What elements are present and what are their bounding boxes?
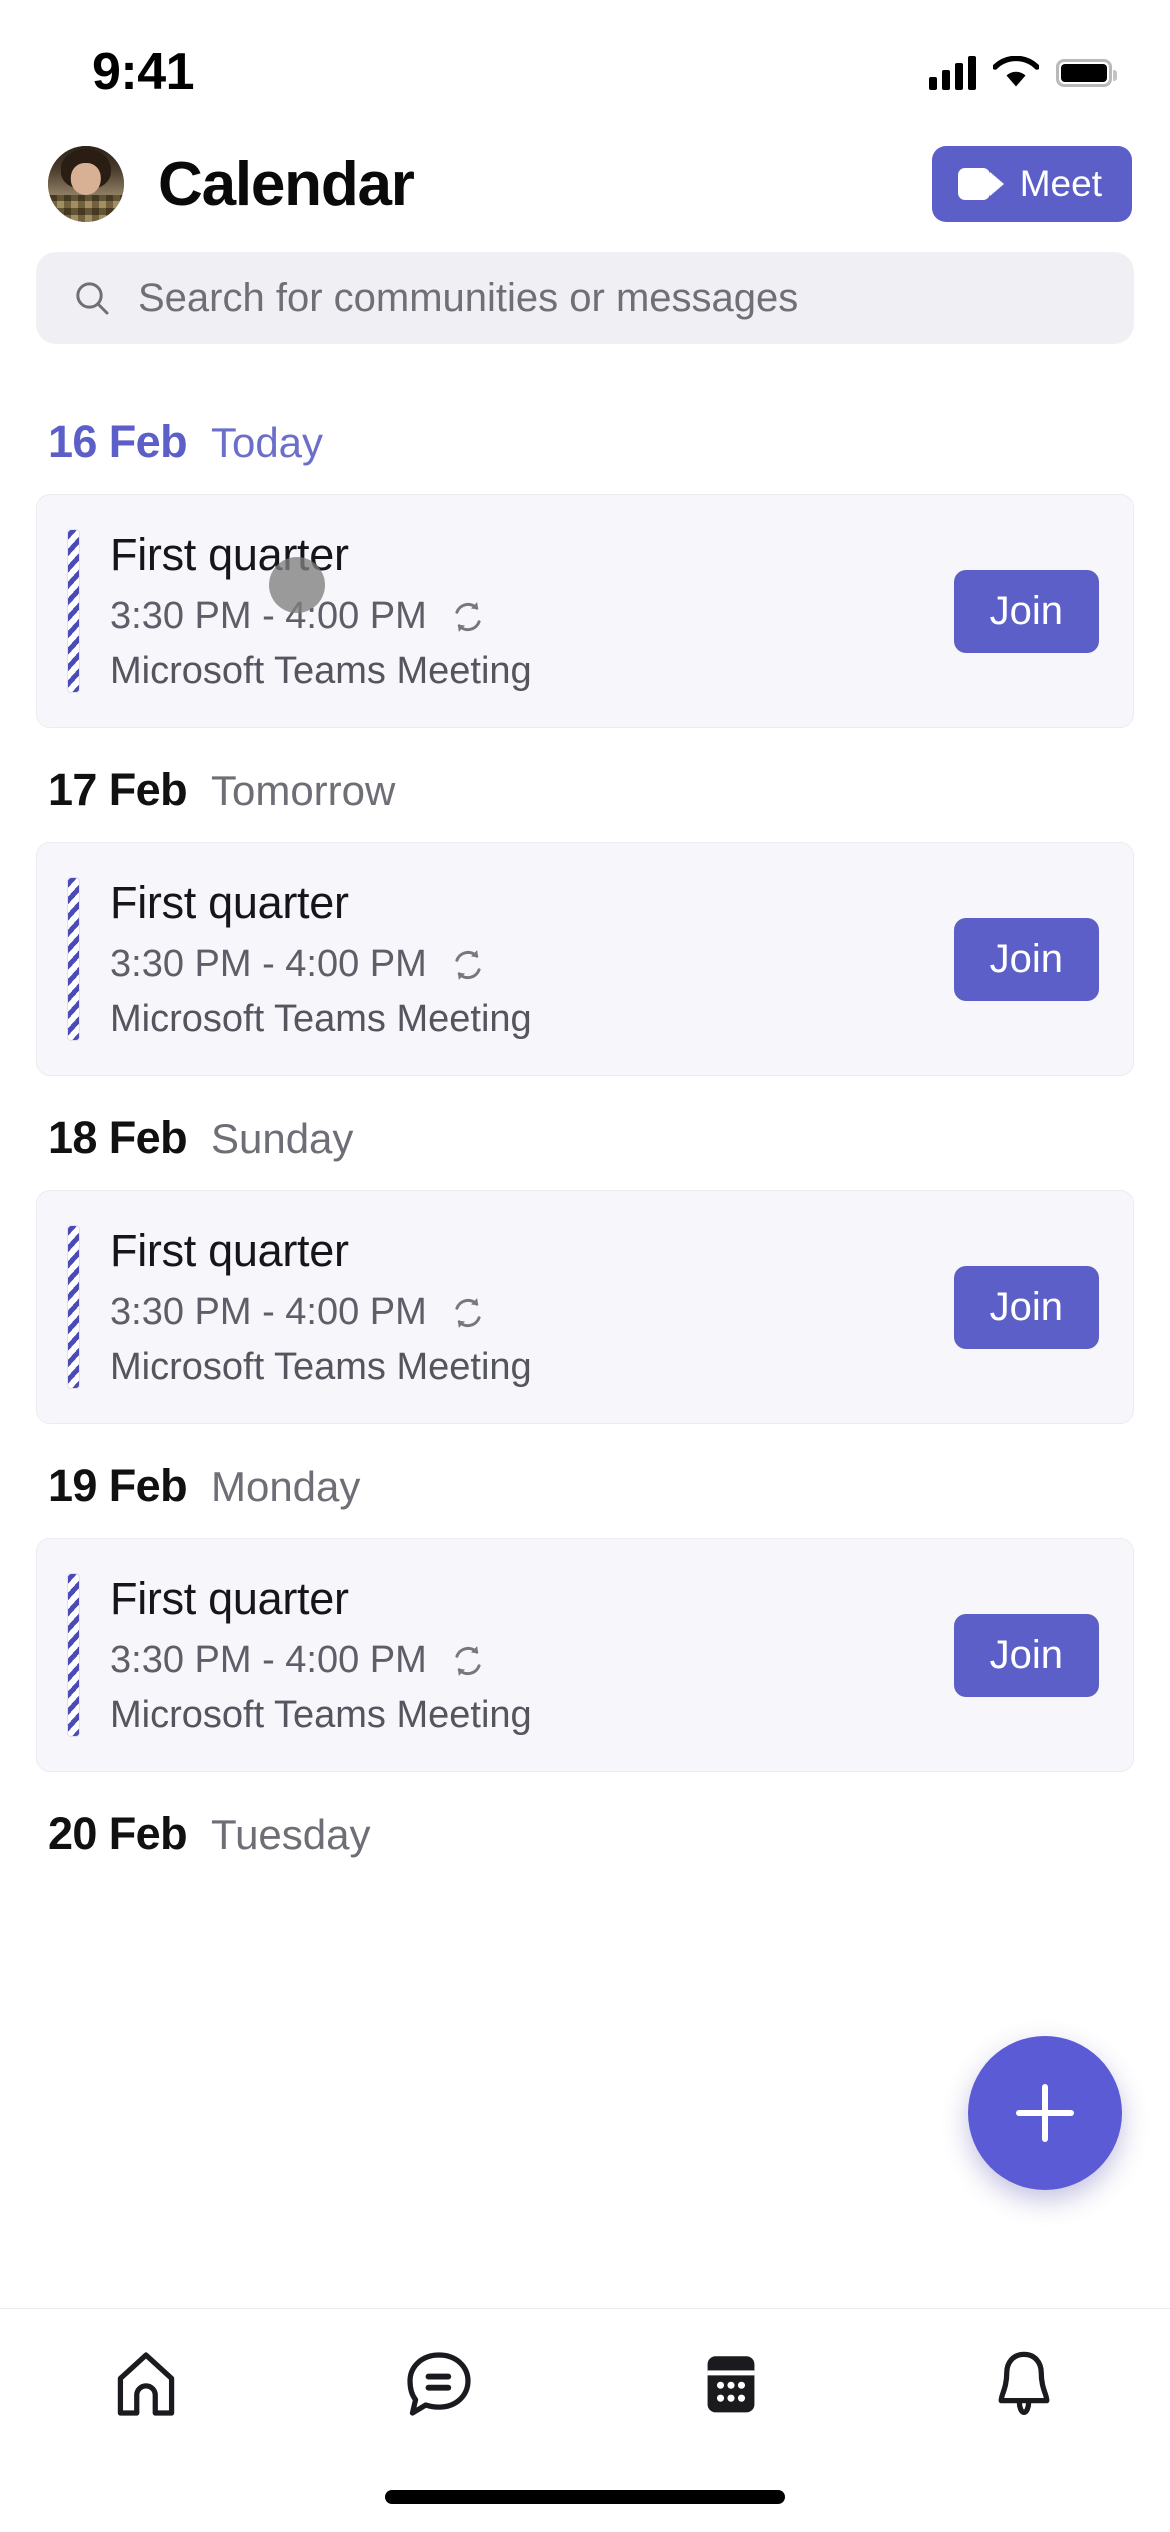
day-label: Tuesday [210,1811,371,1858]
day-label: Tomorrow [210,767,396,814]
recurrence-icon [455,1297,481,1328]
event-time: 3:30 PM - 4:00 PM [110,1291,427,1333]
event-details: First quarter 3:30 PM - 4:00 PM Microsof… [110,1225,934,1389]
event-subtitle: Microsoft Teams Meeting [110,1346,532,1388]
day-header-17-feb: 17 Feb Tomorrow [36,728,1134,842]
page-title: Calendar [158,149,415,219]
wifi-icon [993,56,1039,87]
home-indicator [385,2490,785,2504]
tab-chat[interactable] [293,2347,586,2421]
video-camera-icon [957,168,1004,200]
recurrence-icon [455,949,481,980]
event-card[interactable]: First quarter 3:30 PM - 4:00 PM Microsof… [36,842,1134,1076]
event-details: First quarter 3:30 PM - 4:00 PM Microsof… [110,529,934,693]
day-date: 19 Feb [48,1460,188,1511]
recurrence-icon [455,601,481,632]
tab-home[interactable] [0,2347,293,2421]
day-header-18-feb: 18 Feb Sunday [36,1076,1134,1190]
app-screen: 9:41 Calendar Meet Search for communitie… [0,0,1170,2532]
search-input[interactable] [138,275,1098,321]
day-date: 18 Feb [48,1112,188,1163]
day-date: 20 Feb [48,1808,188,1859]
join-button[interactable]: Join [953,1613,1099,1697]
recurrence-icon [455,1645,481,1676]
event-card[interactable]: First quarter 3:30 PM - 4:00 PM Microsof… [36,1190,1134,1424]
add-event-fab[interactable] [968,2036,1122,2190]
search-bar[interactable] [36,252,1134,344]
event-time-row: 3:30 PM - 4:00 PM [110,595,934,638]
event-time: 3:30 PM - 4:00 PM [110,595,427,637]
day-header-19-feb: 19 Feb Monday [36,1424,1134,1538]
event-accent-stripe [67,529,80,693]
day-label: Today [210,419,324,466]
status-indicators [929,56,1117,90]
battery-icon [1056,59,1117,87]
event-accent-stripe [67,1225,80,1389]
search-icon [76,282,109,315]
event-card[interactable]: First quarter 3:30 PM - 4:00 PM Microsof… [36,1538,1134,1772]
event-title: First quarter [110,1225,349,1276]
day-header-16-feb: 16 Feb Today [36,380,1134,494]
event-details: First quarter 3:30 PM - 4:00 PM Microsof… [110,1573,934,1737]
app-header: Calendar Meet [0,130,1170,238]
tab-notifications[interactable] [878,2347,1170,2421]
day-label: Monday [210,1463,361,1510]
event-subtitle: Microsoft Teams Meeting [110,650,532,692]
event-time-row: 3:30 PM - 4:00 PM [110,1291,934,1334]
day-date: 17 Feb [48,764,188,815]
meet-button-label: Meet [1019,163,1102,204]
day-header-20-feb: 20 Feb Tuesday [36,1772,1134,1886]
bottom-navigation [0,2308,1170,2532]
event-title: First quarter [110,529,349,580]
cellular-signal-icon [929,56,976,90]
plus-icon [1016,2084,1074,2142]
join-button[interactable]: Join [953,1265,1099,1349]
event-title: First quarter [110,1573,349,1624]
user-avatar[interactable] [48,146,124,222]
home-icon [118,2352,175,2416]
event-card[interactable]: First quarter 3:30 PM - 4:00 PM Microsof… [36,494,1134,728]
calendar-icon [707,2356,755,2413]
event-details: First quarter 3:30 PM - 4:00 PM Microsof… [110,877,934,1041]
event-subtitle: Microsoft Teams Meeting [110,998,532,1040]
event-title: First quarter [110,877,349,928]
event-time: 3:30 PM - 4:00 PM [110,943,427,985]
meet-button[interactable]: Meet [931,146,1132,222]
status-bar: 9:41 [0,0,1170,130]
search-section [0,238,1170,344]
day-date: 16 Feb [48,416,188,467]
event-subtitle: Microsoft Teams Meeting [110,1694,532,1736]
event-time: 3:30 PM - 4:00 PM [110,1639,427,1681]
event-accent-stripe [67,1573,80,1737]
bell-icon [998,2351,1050,2415]
chat-icon [407,2352,471,2416]
day-label: Sunday [210,1115,354,1162]
join-button[interactable]: Join [953,569,1099,653]
tab-calendar[interactable] [585,2347,878,2421]
event-time-row: 3:30 PM - 4:00 PM [110,1639,934,1682]
join-button[interactable]: Join [953,917,1099,1001]
agenda-list: 16 Feb Today First quarter 3:30 PM - 4:0… [0,380,1170,1886]
event-accent-stripe [67,877,80,1041]
event-time-row: 3:30 PM - 4:00 PM [110,943,934,986]
status-time: 9:41 [92,43,195,101]
